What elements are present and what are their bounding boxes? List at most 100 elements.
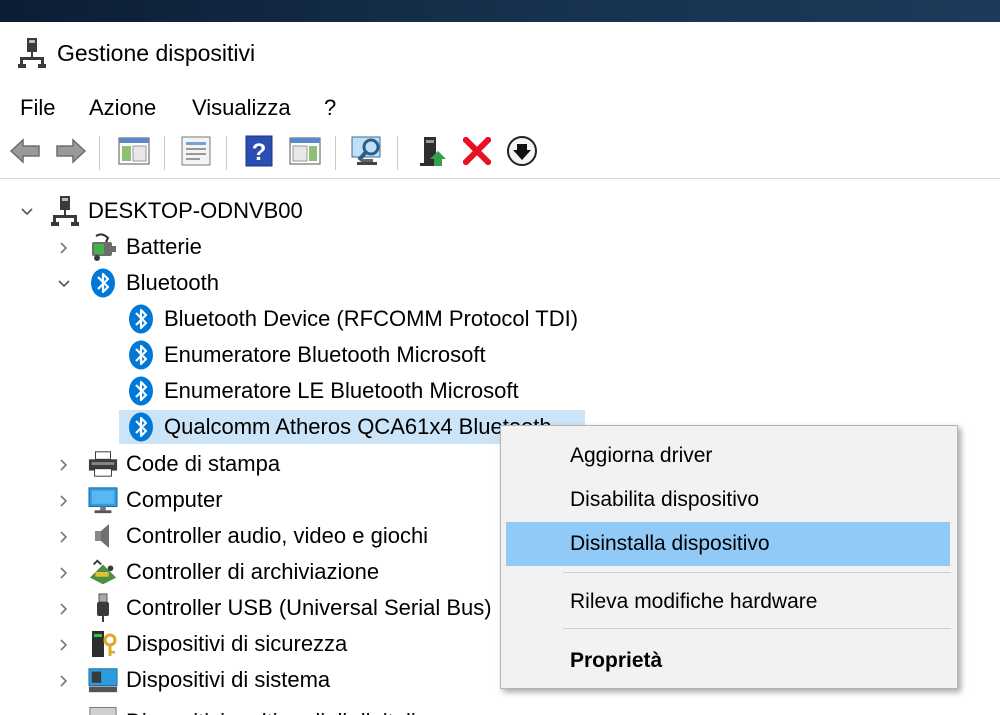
back-arrow-icon (9, 137, 41, 169)
disable-device-button[interactable] (503, 134, 541, 172)
tree-item-bluetooth-device[interactable]: Enumeratore LE Bluetooth Microsoft (126, 374, 519, 408)
tree-item-label: Dispositivi multimediali digitali (126, 707, 416, 715)
action-pane-button[interactable] (286, 134, 324, 172)
tree-item-code-di-stampa[interactable]: Code di stampa (88, 447, 280, 481)
window-top-strip (0, 0, 1000, 22)
tree-item-label: Controller USB (Universal Serial Bus) (126, 595, 492, 620)
tree-item-bluetooth-device[interactable]: Enumeratore Bluetooth Microsoft (126, 338, 486, 372)
tree-item-bluetooth[interactable]: Bluetooth (88, 266, 219, 300)
properties-button[interactable] (177, 134, 215, 172)
speaker-icon (88, 521, 118, 551)
toolbar-separator (397, 136, 398, 170)
disable-device-icon (506, 135, 538, 172)
menu-azione[interactable]: Azione (87, 94, 158, 122)
toolbar-separator (335, 136, 336, 170)
properties-icon (180, 136, 212, 171)
uninstall-button[interactable] (458, 134, 496, 172)
security-key-icon (88, 629, 118, 659)
tree-item-batterie[interactable]: Batterie (88, 230, 202, 264)
tree-item-label: Controller di archiviazione (126, 559, 380, 584)
printer-icon (88, 449, 118, 479)
menu-separator (563, 572, 951, 573)
system-devices-icon (88, 665, 118, 695)
toolbar-separator (226, 136, 227, 170)
tree-item-label: Dispositivi di sicurezza (126, 631, 348, 656)
menu-item-label: Disinstalla dispositivo (570, 532, 770, 555)
computer-root-icon (50, 196, 80, 226)
tree-item-computer[interactable]: Computer (88, 483, 223, 517)
storage-controller-icon (88, 557, 118, 587)
chevron-right-icon[interactable] (55, 239, 73, 257)
monitor-icon (88, 485, 118, 515)
chevron-down-icon[interactable] (18, 203, 36, 221)
chevron-right-icon[interactable] (55, 600, 73, 618)
uninstall-icon (461, 135, 493, 170)
chevron-down-icon[interactable] (55, 275, 73, 293)
menu-item-label: Disabilita dispositivo (570, 488, 760, 511)
tree-item-label: Computer (126, 487, 223, 512)
tree-item-controller-usb[interactable]: Controller USB (Universal Serial Bus) (88, 591, 492, 625)
chevron-right-icon[interactable] (55, 456, 73, 474)
menu-item-label: Aggiorna driver (570, 444, 713, 467)
tree-item-label: Controller audio, video e giochi (126, 523, 429, 548)
menu-item-label: Proprietà (570, 649, 663, 672)
forward-button[interactable] (52, 134, 90, 172)
context-menu: Aggiorna driver Disabilita dispositivo D… (500, 425, 958, 689)
forward-arrow-icon (55, 137, 87, 169)
help-icon: ? (245, 135, 273, 172)
menu-visualizza[interactable]: Visualizza (190, 94, 293, 122)
chevron-right-icon[interactable] (55, 564, 73, 582)
battery-icon (88, 232, 118, 262)
tree-item-label: Bluetooth Device (RFCOMM Protocol TDI) (164, 306, 579, 331)
svg-text:?: ? (252, 139, 267, 166)
tree-item-label: Enumeratore LE Bluetooth Microsoft (164, 378, 519, 403)
menu-file[interactable]: File (18, 94, 57, 122)
device-manager-icon (18, 38, 46, 68)
scan-hardware-icon (351, 135, 385, 172)
menu-bar: File Azione Visualizza ? (0, 88, 1000, 128)
menu-item-aggiorna-driver[interactable]: Aggiorna driver (506, 434, 950, 478)
bluetooth-icon (126, 304, 156, 334)
tree-root-label: DESKTOP-ODNVB00 (88, 198, 303, 223)
tree-item-controller-archiviazione[interactable]: Controller di archiviazione (88, 555, 379, 589)
usb-plug-icon (88, 593, 118, 623)
menu-item-disinstalla-dispositivo[interactable]: Disinstalla dispositivo (506, 522, 950, 566)
tree-item-dispositivi-sicurezza[interactable]: Dispositivi di sicurezza (88, 627, 347, 661)
window-title: Gestione dispositivi (57, 40, 256, 66)
back-button[interactable] (6, 134, 44, 172)
action-pane-icon (289, 137, 321, 170)
tree-item-label: Bluetooth (126, 270, 219, 295)
toolbar-separator (164, 136, 165, 170)
chevron-right-icon[interactable] (55, 528, 73, 546)
toolbar-separator (99, 136, 100, 170)
show-hide-console-tree-icon (118, 137, 150, 170)
tree-root[interactable]: DESKTOP-ODNVB00 (50, 194, 303, 228)
menu-item-proprieta[interactable]: Proprietà (506, 639, 950, 683)
tree-item-dispositivi-sistema[interactable]: Dispositivi di sistema (88, 663, 330, 697)
chevron-right-icon[interactable] (55, 492, 73, 510)
tree-item-label: Enumeratore Bluetooth Microsoft (164, 342, 486, 367)
help-button[interactable]: ? (240, 134, 278, 172)
tree-item-controller-audio[interactable]: Controller audio, video e giochi (88, 519, 428, 553)
scan-hardware-button[interactable] (349, 134, 387, 172)
tree-item-label: Dispositivi di sistema (126, 667, 331, 692)
menu-item-disabilita-dispositivo[interactable]: Disabilita dispositivo (506, 478, 950, 522)
tree-item-label: Qualcomm Atheros QCA61x4 Bluetooth (164, 414, 552, 439)
menu-item-rileva-modifiche-hardware[interactable]: Rileva modifiche hardware (506, 580, 950, 624)
bluetooth-icon (126, 340, 156, 370)
multimedia-device-icon (88, 699, 118, 715)
menu-separator (563, 628, 951, 629)
show-hide-console-tree-button[interactable] (115, 134, 153, 172)
update-driver-icon (418, 135, 448, 172)
menu-help[interactable]: ? (322, 94, 338, 122)
tree-item-bluetooth-device[interactable]: Bluetooth Device (RFCOMM Protocol TDI) (126, 302, 578, 336)
tree-item-dispositivi-multimediali[interactable]: Dispositivi multimediali digitali (88, 699, 416, 715)
menu-item-label: Rileva modifiche hardware (570, 590, 818, 613)
update-driver-button[interactable] (414, 134, 452, 172)
chevron-right-icon[interactable] (55, 636, 73, 654)
bluetooth-icon (88, 268, 118, 298)
toolbar: ? (0, 128, 1000, 179)
chevron-right-icon[interactable] (55, 672, 73, 690)
tree-item-label: Batterie (126, 234, 202, 259)
bluetooth-icon (126, 412, 156, 442)
